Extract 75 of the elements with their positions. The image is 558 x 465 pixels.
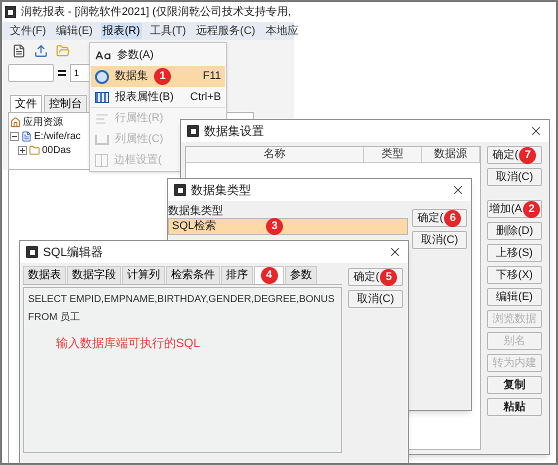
list-label: 数据集类型 <box>168 204 224 218</box>
menu-item[interactable]: 远程服务(C) <box>194 22 258 40</box>
editor-tab[interactable]: 4 <box>254 266 284 284</box>
dropdown-menu-item[interactable]: 报表属性(B) Ctrl+B <box>91 87 225 108</box>
collapse-icon[interactable] <box>10 132 19 140</box>
menu-item[interactable]: 编辑(E) <box>54 22 95 40</box>
editor-tab[interactable]: 数据表 <box>23 266 66 284</box>
column-header: 数据源 <box>422 147 480 162</box>
step-number-badge: 7 <box>519 146 536 164</box>
dialog-button[interactable]: 粘贴 <box>487 398 542 416</box>
dialog-button[interactable]: 下移(X) <box>487 266 542 284</box>
step-number-badge: 2 <box>523 200 540 218</box>
step-number-badge: 1 <box>154 68 171 85</box>
dialog-button[interactable]: 增加(A 2 <box>487 200 542 218</box>
window-title: 润乾报表 - [润乾软件2021] (仅限润乾公司技术支持专用, <box>20 4 291 20</box>
dialog-button[interactable]: 确定( 7 <box>487 146 542 164</box>
sql-code-line: FROM 员工 <box>28 311 82 325</box>
editor-tab[interactable]: 检索条件 <box>166 266 220 284</box>
app-logo-icon <box>5 6 16 18</box>
formula-field[interactable]: 1 <box>70 64 90 82</box>
dialog-button[interactable]: 上移(S) <box>487 244 542 262</box>
dialog-button[interactable]: 删除(D) <box>487 222 542 240</box>
dialog-title: 数据集类型 <box>191 182 251 199</box>
home-icon <box>10 116 21 128</box>
dialog-title: 数据集设置 <box>204 123 264 140</box>
import-icon[interactable] <box>34 44 48 58</box>
expand-icon[interactable] <box>18 146 27 154</box>
menu-item[interactable]: 工具(T) <box>148 22 188 40</box>
new-file-icon[interactable] <box>12 44 26 58</box>
row-icon <box>95 112 109 126</box>
border-grid-icon <box>95 154 108 167</box>
step-number-badge: 6 <box>444 210 462 226</box>
equals-icon <box>58 70 66 76</box>
column-header: 名称 <box>186 147 364 162</box>
list-item[interactable]: SQL检索 3 <box>168 218 408 235</box>
app-logo-icon <box>174 184 186 196</box>
tree-item[interactable]: 00Das <box>42 142 71 158</box>
dialog-button[interactable]: 取消(C) <box>412 231 467 249</box>
step-number-badge: 4 <box>260 267 278 284</box>
editor-tab[interactable]: 排序 <box>221 266 253 284</box>
tree-item[interactable]: 应用资源 <box>23 114 63 130</box>
column-icon <box>95 134 109 144</box>
dropdown-menu-item[interactable]: 数据集 1 F11 <box>91 66 225 87</box>
dialog-button[interactable]: 复制 <box>487 376 542 394</box>
panel-tab[interactable]: 控制台 <box>44 95 87 112</box>
dialog-button[interactable]: 取消(C) <box>487 168 542 186</box>
step-number-badge: 5 <box>380 268 398 286</box>
close-icon[interactable] <box>529 124 543 138</box>
dialog-button[interactable]: 确定( 6 <box>412 209 467 227</box>
dialog-title: SQL编辑器 <box>43 244 104 261</box>
close-icon[interactable] <box>388 245 402 259</box>
column-header: 类型 <box>364 147 422 162</box>
table-icon <box>95 92 109 102</box>
close-icon[interactable] <box>451 183 465 197</box>
menu-item[interactable]: 报表(R) <box>100 22 142 40</box>
app-logo-icon <box>187 125 199 137</box>
folder-icon <box>29 144 40 156</box>
document-icon <box>21 130 32 142</box>
hint-note: 输入数据库端可执行的SQL <box>56 335 202 352</box>
cell-name-field[interactable] <box>8 64 54 82</box>
sql-code-line: SELECT EMPID,EMPNAME,BIRTHDAY,GENDER,DEGREE,BONUS <box>28 293 336 307</box>
app-logo-icon <box>26 246 38 258</box>
dialog-button[interactable]: 确定( 5 <box>348 268 403 286</box>
editor-tab[interactable]: 参数 <box>285 266 317 284</box>
dropdown-menu-item[interactable]: 参数(A) <box>91 45 225 66</box>
editor-tab[interactable]: 计算列 <box>122 266 165 284</box>
dialog-button[interactable]: 编辑(E) <box>487 288 542 306</box>
sql-text-area[interactable]: SELECT EMPID,EMPNAME,BIRTHDAY,GENDER,DEGREE,BONUS FROM 员工 输入数据库端可执行的SQL <box>23 287 342 453</box>
tree-item[interactable]: E:/wife/rac <box>34 128 81 144</box>
menu-item[interactable]: 文件(F) <box>8 22 48 40</box>
dialog-button[interactable]: 取消(C) <box>348 290 403 308</box>
editor-tab[interactable]: 数据字段 <box>67 266 121 284</box>
panel-tab[interactable]: 文件 <box>10 95 42 112</box>
step-number-badge: 3 <box>266 218 284 235</box>
menu-item[interactable]: 本地应 <box>263 22 300 40</box>
